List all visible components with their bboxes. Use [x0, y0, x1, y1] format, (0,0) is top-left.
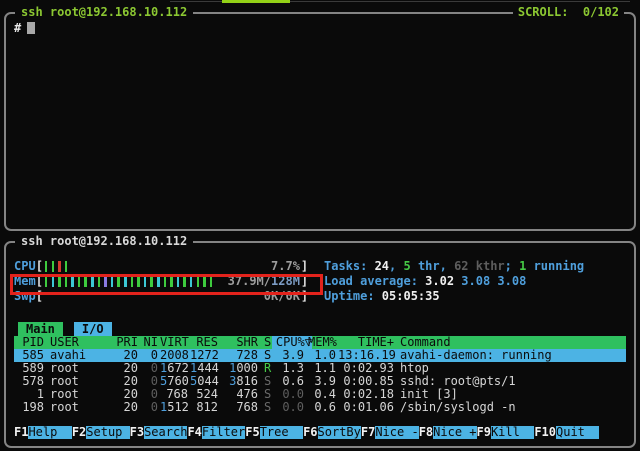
meter-bar: [190, 276, 193, 287]
meter-bar: [210, 276, 213, 287]
meter-bar: [52, 276, 55, 287]
fkey-label-f2[interactable]: Setup: [86, 426, 129, 439]
process-table: PIDUSERPRINIVIRTRESSHRSCPU%▽MEM%TIME+Com…: [14, 336, 626, 414]
meter-bar: [203, 276, 206, 287]
htop-tabs: Main I/O: [18, 322, 112, 336]
meter-bar: [78, 276, 81, 287]
col-pid: 198: [14, 401, 44, 414]
fkey-label-f1[interactable]: Help: [28, 426, 71, 439]
fkey-label-f4[interactable]: Filter: [202, 426, 245, 439]
tasks-summary: Tasks: 24, 5 thr, 62 kthr; 1 running: [324, 259, 584, 274]
fkey-f8[interactable]: F8: [419, 426, 433, 439]
fkey-f10[interactable]: F10: [534, 426, 556, 439]
shell-prompt[interactable]: #: [14, 22, 35, 35]
swap-meter-bars: 0K/0K: [43, 289, 301, 304]
uptime: Uptime: 05:05:35: [324, 289, 440, 304]
col-pri: 20: [110, 401, 138, 414]
meter-bar: [45, 261, 48, 272]
swap-meter: Swp[0K/0K]: [14, 289, 308, 304]
swap-meter-label: Swp: [14, 289, 36, 304]
swap-meter-value: 0K/0K: [264, 289, 300, 304]
cpu-meter-value: 7.7%: [271, 259, 300, 274]
meter-bar: [111, 276, 114, 287]
fkey-label-f3[interactable]: Search: [144, 426, 187, 439]
meter-bar: [65, 261, 68, 272]
fkey-label-f9[interactable]: Kill: [491, 426, 534, 439]
meter-bar: [91, 276, 94, 287]
meter-bar: [65, 276, 68, 287]
process-table-rows: 585avahi20020081272728S3.91.013:16.19ava…: [14, 349, 626, 414]
fkey-f1[interactable]: F1: [14, 426, 28, 439]
mem-meter-label: Mem: [14, 274, 36, 289]
cpu-meter: CPU[7.7%]: [14, 259, 308, 274]
col-shr: 768: [220, 401, 258, 414]
load-average: Load average: 3.02 3.08 3.08: [324, 274, 526, 289]
terminal-screen: { "colors":{ "focus_green":"#8cc832","bo…: [0, 0, 640, 451]
terminal-cursor: [27, 22, 35, 34]
meter-bar: [52, 261, 55, 272]
meter-bar: [177, 276, 180, 287]
meter-bar: [58, 276, 61, 287]
tab-io[interactable]: I/O: [74, 322, 112, 336]
mem-meter-bars: 37.9M/128M: [43, 274, 301, 289]
fkey-label-f5[interactable]: Tree: [260, 426, 303, 439]
fkey-f9[interactable]: F9: [477, 426, 491, 439]
col-user: root: [50, 401, 112, 414]
col-res: 812: [190, 401, 218, 414]
process-row-198[interactable]: 198root2001512812768S0.00.60:01.06/sbin/…: [14, 401, 626, 414]
col-cpu: 0.0: [272, 401, 304, 414]
col-command: /sbin/syslogd -n: [400, 401, 630, 414]
fkey-f4[interactable]: F4: [187, 426, 201, 439]
scroll-indicator: SCROLL: 0/102: [513, 6, 624, 19]
meter-bar: [124, 276, 127, 287]
meter-bar: [164, 276, 167, 287]
meter-bar: [137, 276, 140, 287]
fkey-label-f6[interactable]: SortBy: [318, 426, 361, 439]
tab-main[interactable]: Main: [18, 322, 63, 336]
pane-title: ssh root@192.168.10.112: [15, 6, 193, 19]
fkey-label-f7[interactable]: Nice -: [375, 426, 418, 439]
cpu-meter-label: CPU: [14, 259, 36, 274]
col-mem: 0.6: [308, 401, 336, 414]
meter-bar: [144, 276, 147, 287]
meter-bar: [58, 261, 61, 272]
fkey-f3[interactable]: F3: [130, 426, 144, 439]
fkey-f7[interactable]: F7: [361, 426, 375, 439]
mem-meter-value: 37.9M/128M: [228, 274, 300, 289]
fkey-f2[interactable]: F2: [72, 426, 86, 439]
htop-app: CPU[7.7%] Mem[37.9M/128M] Swp[0K/0K] Tas…: [6, 243, 634, 446]
meter-bar: [170, 276, 173, 287]
col-time: 0:01.06: [338, 401, 394, 414]
col-ni: 0: [142, 401, 158, 414]
fkey-f6[interactable]: F6: [303, 426, 317, 439]
fkey-f5[interactable]: F5: [245, 426, 259, 439]
meter-bar: [183, 276, 186, 287]
meter-bar: [71, 276, 74, 287]
fkey-label-f8[interactable]: Nice +: [433, 426, 476, 439]
col-virt: 1512: [160, 401, 188, 414]
meter-bar: [131, 276, 134, 287]
meter-bar: [84, 276, 87, 287]
meter-bar: [104, 276, 107, 287]
meter-bar: [157, 276, 160, 287]
fkey-label-f10[interactable]: Quit: [556, 426, 599, 439]
video-progress-artifact: [222, 0, 290, 3]
function-key-bar: F1Help F2Setup F3SearchF4FilterF5Tree F6…: [14, 426, 599, 439]
meter-bar: [197, 276, 200, 287]
meter-bar: [117, 276, 120, 287]
pane-bottom-ssh-htop[interactable]: ssh root@192.168.10.112 CPU[7.7%] Mem[37…: [4, 241, 636, 448]
pane-top-ssh[interactable]: ssh root@192.168.10.112 SCROLL: 0/102 #: [4, 12, 636, 231]
meter-bar: [150, 276, 153, 287]
mem-meter: Mem[37.9M/128M]: [14, 274, 308, 289]
col-command: avahi-daemon: running: [400, 349, 630, 362]
meter-bar: [45, 276, 48, 287]
cpu-meter-bars: 7.7%: [43, 259, 301, 274]
meter-bar: [98, 276, 101, 287]
